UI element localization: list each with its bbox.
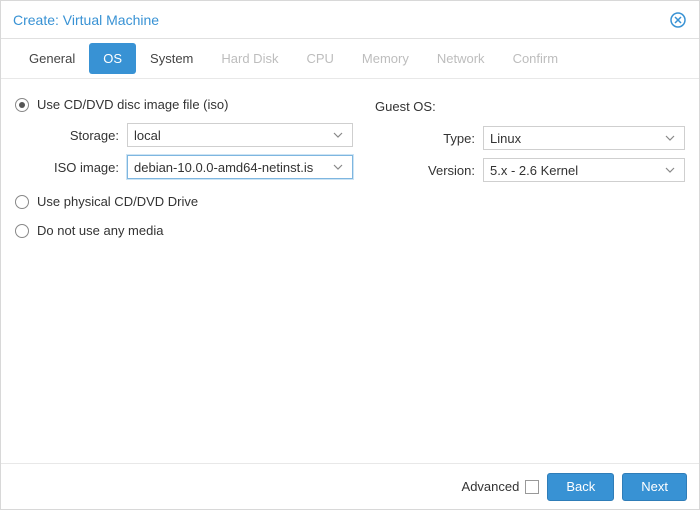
advanced-toggle[interactable]: Advanced: [462, 479, 540, 494]
iso-fields: Storage: local ISO image: debian-10.0.0-…: [15, 122, 353, 180]
guest-os-heading: Guest OS:: [375, 97, 685, 115]
next-button[interactable]: Next: [622, 473, 687, 501]
media-column: Use CD/DVD disc image file (iso) Storage…: [15, 97, 353, 453]
back-button[interactable]: Back: [547, 473, 614, 501]
dialog-title: Create: Virtual Machine: [13, 12, 159, 28]
iso-combo[interactable]: debian-10.0.0-amd64-netinst.is: [127, 155, 353, 179]
footer: Advanced Back Next: [1, 463, 699, 509]
storage-combo[interactable]: local: [127, 123, 353, 147]
tab-network: Network: [423, 43, 499, 74]
type-field: Type: Linux: [375, 125, 685, 151]
storage-value: local: [134, 128, 330, 143]
tab-os[interactable]: OS: [89, 43, 136, 74]
tab-cpu: CPU: [292, 43, 347, 74]
wizard-content: Use CD/DVD disc image file (iso) Storage…: [1, 79, 699, 463]
tab-harddisk: Hard Disk: [207, 43, 292, 74]
chevron-down-icon: [662, 133, 678, 143]
iso-label: ISO image:: [31, 160, 127, 175]
advanced-label: Advanced: [462, 479, 520, 494]
guest-os-column: Guest OS: Type: Linux Version: 5.x - 2.6…: [375, 97, 685, 453]
tab-system[interactable]: System: [136, 43, 207, 74]
radio-physical[interactable]: [15, 195, 29, 209]
storage-field: Storage: local: [31, 122, 353, 148]
version-value: 5.x - 2.6 Kernel: [490, 163, 662, 178]
radio-none[interactable]: [15, 224, 29, 238]
tab-memory: Memory: [348, 43, 423, 74]
radio-none-row[interactable]: Do not use any media: [15, 223, 353, 238]
close-button[interactable]: [669, 11, 687, 29]
chevron-down-icon: [662, 165, 678, 175]
iso-field: ISO image: debian-10.0.0-amd64-netinst.i…: [31, 154, 353, 180]
close-icon: [670, 12, 686, 28]
radio-none-label: Do not use any media: [37, 223, 163, 238]
version-label: Version:: [375, 163, 483, 178]
iso-value: debian-10.0.0-amd64-netinst.is: [134, 160, 330, 175]
storage-label: Storage:: [31, 128, 127, 143]
tab-general[interactable]: General: [15, 43, 89, 74]
wizard-tabs: General OS System Hard Disk CPU Memory N…: [1, 39, 699, 79]
radio-iso-row[interactable]: Use CD/DVD disc image file (iso): [15, 97, 353, 112]
chevron-down-icon: [330, 130, 346, 140]
titlebar: Create: Virtual Machine: [1, 1, 699, 39]
version-combo[interactable]: 5.x - 2.6 Kernel: [483, 158, 685, 182]
tab-confirm: Confirm: [499, 43, 573, 74]
radio-physical-row[interactable]: Use physical CD/DVD Drive: [15, 194, 353, 209]
type-combo[interactable]: Linux: [483, 126, 685, 150]
radio-iso[interactable]: [15, 98, 29, 112]
create-vm-dialog: Create: Virtual Machine General OS Syste…: [0, 0, 700, 510]
radio-iso-label: Use CD/DVD disc image file (iso): [37, 97, 228, 112]
radio-physical-label: Use physical CD/DVD Drive: [37, 194, 198, 209]
type-label: Type:: [375, 131, 483, 146]
version-field: Version: 5.x - 2.6 Kernel: [375, 157, 685, 183]
type-value: Linux: [490, 131, 662, 146]
advanced-checkbox[interactable]: [525, 480, 539, 494]
chevron-down-icon: [330, 162, 346, 172]
